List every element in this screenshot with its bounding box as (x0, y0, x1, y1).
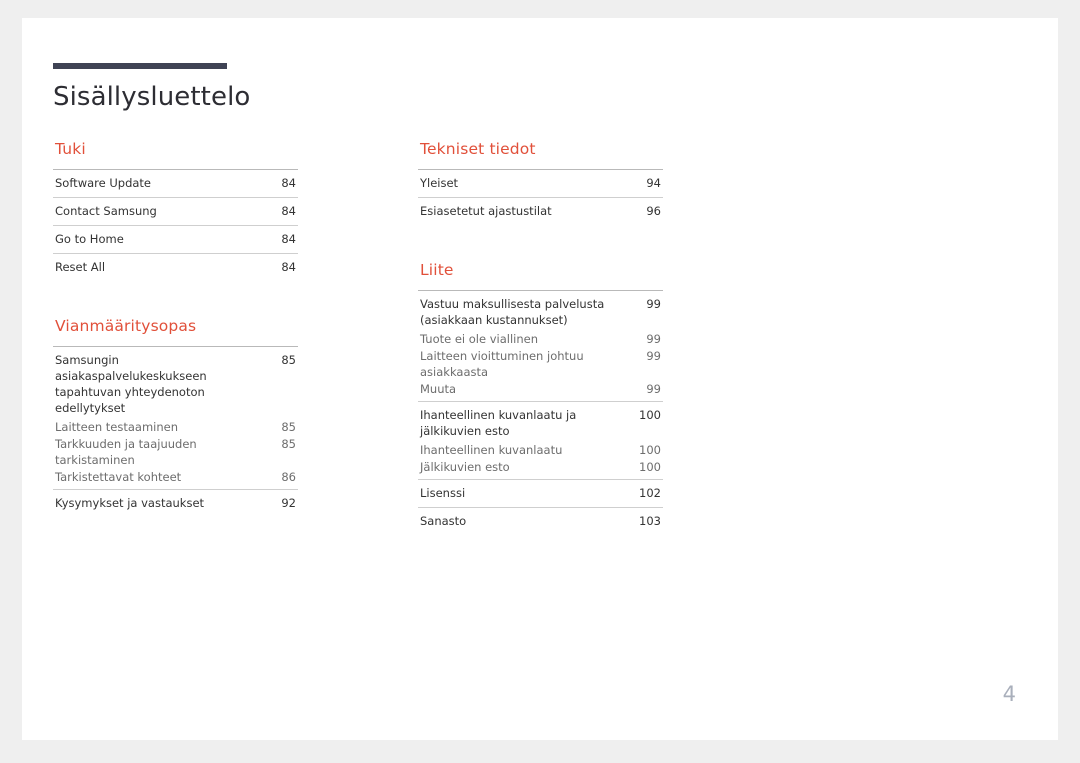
toc-entry-page: 99 (646, 349, 661, 363)
toc-entry-label: Contact Samsung (55, 204, 157, 218)
toc-entry-page: 99 (646, 382, 661, 396)
toc-entry[interactable]: Vastuu maksullisesta palvelusta (asiakka… (418, 294, 663, 331)
toc-entry-label: Laitteen vioittuminen johtuu asiakkaasta (420, 349, 584, 379)
toc-entry[interactable]: Lisenssi 102 (418, 483, 663, 504)
toc-group: Esiasetetut ajastustilat 96 (418, 197, 663, 225)
toc-entry-page: 84 (281, 176, 296, 190)
toc-entry-page: 92 (281, 496, 296, 510)
toc-entry[interactable]: Contact Samsung 84 (53, 201, 298, 222)
toc-group: Vastuu maksullisesta palvelusta (asiakka… (418, 290, 663, 401)
toc-entry[interactable]: Laitteen vioittuminen johtuu asiakkaasta… (418, 348, 663, 381)
toc-entry[interactable]: Muuta 99 (418, 381, 663, 398)
toc-entry-label: Software Update (55, 176, 151, 190)
page-number: 4 (1002, 682, 1016, 706)
toc-entry-page: 96 (646, 204, 661, 218)
page-title: Sisällysluettelo (53, 82, 251, 112)
toc-entry[interactable]: Kysymykset ja vastaukset 92 (53, 493, 298, 514)
toc-entry-label: Muuta (420, 382, 457, 396)
toc-entry-page: 102 (639, 486, 661, 500)
toc-entry-page: 100 (639, 443, 661, 457)
toc-group: Lisenssi 102 (418, 479, 663, 507)
toc-entry-label: Go to Home (55, 232, 124, 246)
toc-entry-page: 84 (281, 232, 296, 246)
toc-columns: Tuki Software Update 84 Contact Samsung 84 Go… (53, 140, 1033, 535)
toc-group: Contact Samsung 84 (53, 197, 298, 225)
toc-entry-label: Jälkikuvien esto (420, 460, 510, 474)
toc-section-heading: Liite (420, 261, 454, 279)
toc-entry[interactable]: Esiasetetut ajastustilat 96 (418, 201, 663, 222)
toc-entry-page: 85 (281, 420, 296, 434)
toc-entry-page: 100 (639, 460, 661, 474)
toc-entry-label: Tarkistettavat kohteet (55, 470, 182, 484)
toc-entry-label: Laitteen testaaminen (55, 420, 178, 434)
toc-entry-page: 85 (281, 437, 296, 451)
toc-section-heading: Vianmääritysopas (55, 317, 197, 335)
toc-column-left: Tuki Software Update 84 Contact Samsung 84 Go… (53, 140, 298, 535)
toc-entry-label: Sanasto (420, 514, 467, 528)
toc-entry-label: Ihanteellinen kuvanlaatu ja jälkikuvien … (420, 408, 577, 438)
toc-entry[interactable]: Ihanteellinen kuvanlaatu 100 (418, 442, 663, 459)
toc-group: Yleiset 94 (418, 169, 663, 197)
toc-section-heading: Tuki (55, 140, 86, 158)
toc-entry-label: Vastuu maksullisesta palvelusta (asiakka… (420, 297, 605, 327)
toc-entry-label: Reset All (55, 260, 106, 274)
toc-group: Sanasto 103 (418, 507, 663, 535)
toc-entry[interactable]: Reset All 84 (53, 257, 298, 278)
toc-entry[interactable]: Sanasto 103 (418, 511, 663, 532)
toc-entry-page: 84 (281, 260, 296, 274)
toc-entry-label: Samsungin asiakaspalvelukeskukseen tapah… (55, 353, 207, 415)
toc-entry[interactable]: Tarkistettavat kohteet 86 (53, 469, 298, 486)
toc-entry[interactable]: Yleiset 94 (418, 173, 663, 194)
toc-entry-label: Tuote ei ole viallinen (420, 332, 539, 346)
toc-entry[interactable]: Ihanteellinen kuvanlaatu ja jälkikuvien … (418, 405, 663, 442)
toc-group: Reset All 84 (53, 253, 298, 281)
toc-entry-page: 94 (646, 176, 661, 190)
toc-entry[interactable]: Tuote ei ole viallinen 99 (418, 331, 663, 348)
toc-column-right: Tekniset tiedot Yleiset 94 Esiasetetut ajas… (418, 140, 663, 535)
toc-section-heading: Tekniset tiedot (420, 140, 536, 158)
toc-entry[interactable]: Go to Home 84 (53, 229, 298, 250)
document-header: Sisällysluettelo (53, 63, 353, 129)
toc-group: Software Update 84 (53, 169, 298, 197)
toc-entry[interactable]: Software Update 84 (53, 173, 298, 194)
toc-entry-page: 100 (639, 408, 661, 422)
toc-entry-page: 86 (281, 470, 296, 484)
toc-section: Vianmääritysopas Samsungin asiakaspalvelu… (53, 317, 298, 517)
toc-section: Tekniset tiedot Yleiset 94 Esiasetetut ajas… (418, 140, 663, 225)
toc-section: Tuki Software Update 84 Contact Samsung 84 Go… (53, 140, 298, 281)
toc-entry[interactable]: Tarkkuuden ja taajuuden tarkistaminen 85 (53, 436, 298, 469)
toc-group: Go to Home 84 (53, 225, 298, 253)
toc-entry-label: Esiasetetut ajastustilat (420, 204, 552, 218)
toc-entry-page: 84 (281, 204, 296, 218)
toc-entry[interactable]: Laitteen testaaminen 85 (53, 419, 298, 436)
toc-entry-page: 99 (646, 332, 661, 346)
toc-entry-label: Tarkkuuden ja taajuuden tarkistaminen (55, 437, 197, 467)
toc-group: Kysymykset ja vastaukset 92 (53, 489, 298, 517)
toc-entry-label: Yleiset (420, 176, 459, 190)
toc-entry-page: 85 (281, 353, 296, 367)
toc-entry-page: 103 (639, 514, 661, 528)
toc-entry-page: 99 (646, 297, 661, 311)
toc-entry-label: Kysymykset ja vastaukset (55, 496, 205, 510)
toc-entry-label: Ihanteellinen kuvanlaatu (420, 443, 563, 457)
toc-group: Samsungin asiakaspalvelukeskukseen tapah… (53, 346, 298, 489)
toc-entry[interactable]: Jälkikuvien esto 100 (418, 459, 663, 476)
toc-section: Liite Vastuu maksullisesta palvelusta (as… (418, 261, 663, 535)
toc-group: Ihanteellinen kuvanlaatu ja jälkikuvien … (418, 401, 663, 479)
title-rule (53, 63, 227, 69)
document-page: Sisällysluettelo Tuki Software Update 84 Co… (22, 18, 1058, 740)
toc-entry-label: Lisenssi (420, 486, 466, 500)
toc-entry[interactable]: Samsungin asiakaspalvelukeskukseen tapah… (53, 350, 298, 419)
